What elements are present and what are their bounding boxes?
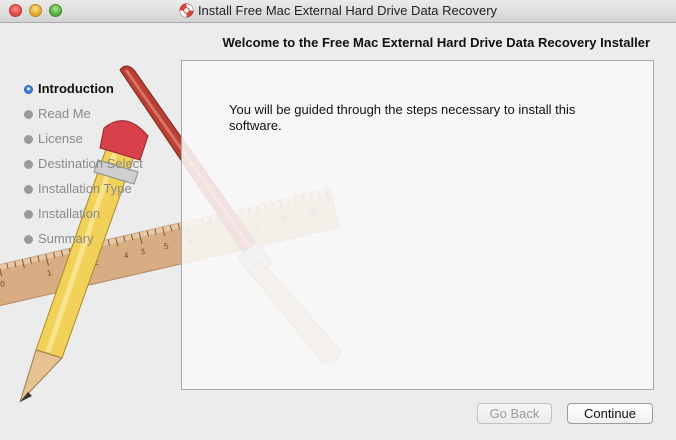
step-label: Installation Type [38,181,132,196]
step-bullet-icon [24,110,33,119]
step-label: Introduction [38,81,114,96]
step-bullet-icon [24,210,33,219]
window-title: Install Free Mac External Hard Drive Dat… [197,3,498,18]
active-step-bullet-icon [24,85,33,94]
step-label: Destination Select [38,156,143,171]
installer-lifebuoy-icon [179,3,194,18]
content-pane: You will be guided through the steps nec… [181,60,654,390]
step-bullet-icon [24,185,33,194]
step-label: Summary [38,231,94,246]
step-label: Installation [38,206,101,221]
installer-window: 0 1 2 3 4 5 6 7 8 9 10 [0,0,676,440]
step-bullet-icon [24,235,33,244]
step-label: Read Me [38,106,91,121]
step-bullet-icon [24,160,33,169]
step-label: License [38,131,83,146]
introduction-text: You will be guided through the steps nec… [229,102,576,133]
page-title: Welcome to the Free Mac External Hard Dr… [222,35,650,50]
window-title-wrap: Install Free Mac External Hard Drive Dat… [0,3,676,18]
continue-button[interactable]: Continue [567,403,653,424]
go-back-button[interactable]: Go Back [477,403,552,424]
step-bullet-icon [24,135,33,144]
title-bar: Install Free Mac External Hard Drive Dat… [0,0,676,23]
